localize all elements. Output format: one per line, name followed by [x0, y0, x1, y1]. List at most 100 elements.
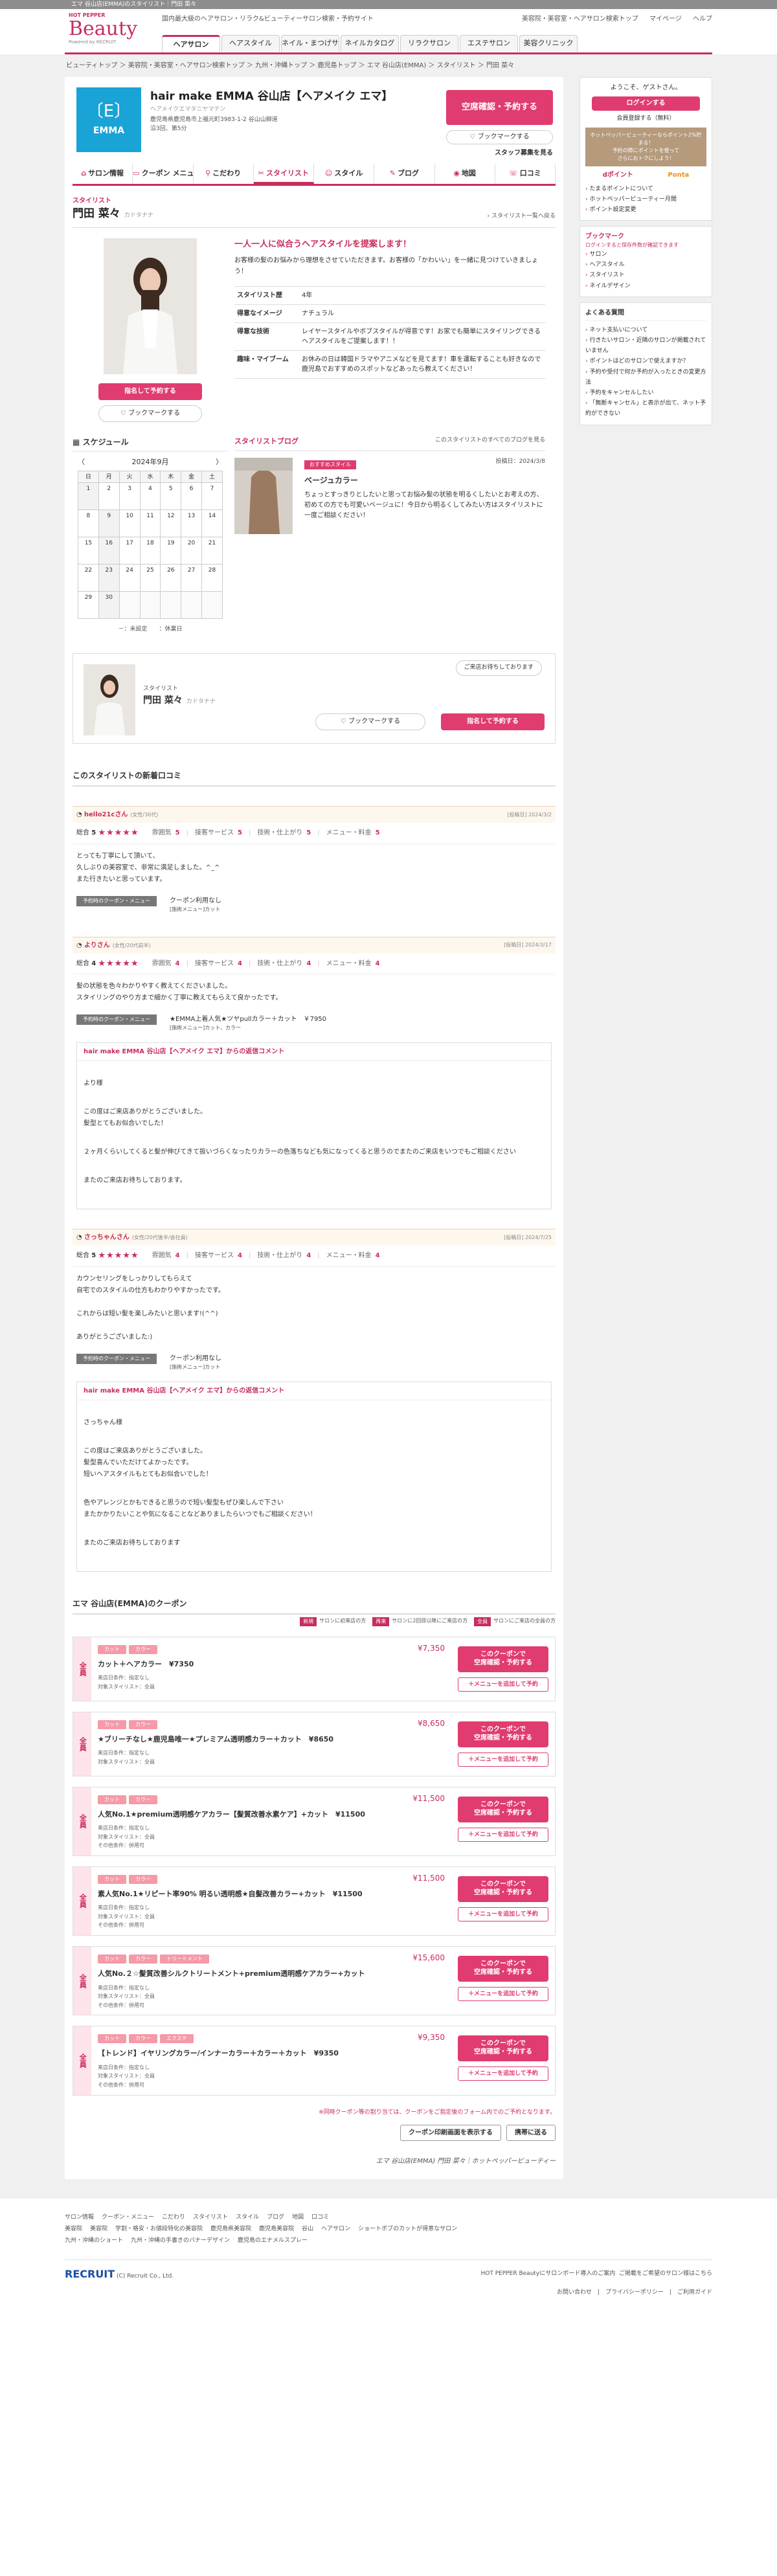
point-link[interactable]: ポイント設定変更: [585, 205, 706, 215]
coupon-reserve-button[interactable]: このクーポンで 空席確認・予約する: [458, 1721, 548, 1747]
header-link-top[interactable]: 美容院・美容室・ヘアサロン検索トップ: [522, 16, 638, 23]
point-banner[interactable]: ホットペッパービューティーならポイント2%貯まる！ 予約の際にポイントを使って …: [585, 127, 706, 166]
calendar-prev-button[interactable]: 〈: [78, 457, 85, 468]
calendar-day[interactable]: 9: [98, 509, 120, 537]
footer-link[interactable]: 九州・沖縄のショート: [65, 2237, 123, 2244]
footer-link[interactable]: 学割・格安・お値段特化の美容院: [115, 2226, 203, 2232]
tab-blog[interactable]: ✎ ブログ: [374, 164, 435, 184]
calendar-day[interactable]: 30: [98, 590, 120, 619]
coupon-add-menu-button[interactable]: ＋メニューを追加して予約: [458, 1677, 548, 1692]
calendar-day[interactable]: 27: [181, 563, 203, 592]
mini-reserve-button[interactable]: 指名して予約する: [441, 713, 545, 730]
tab-stylist[interactable]: ✂ スタイリスト: [253, 164, 314, 184]
coupon-reserve-button[interactable]: このクーポンで 空席確認・予約する: [458, 2035, 548, 2062]
staff-recruit-link[interactable]: スタッフ募集を見る: [495, 148, 553, 158]
review-menu-name[interactable]: クーポン利用なし: [170, 897, 221, 904]
gnav-hair[interactable]: ヘアサロン: [162, 35, 220, 52]
footer-link[interactable]: 口コミ: [311, 2214, 329, 2221]
calendar-day[interactable]: 14: [201, 509, 223, 537]
footer-link[interactable]: スタイル: [236, 2214, 259, 2221]
gnav-nail[interactable]: ネイル・まつげサロン: [281, 35, 339, 52]
footer-link[interactable]: ショートボブのカットが得意なサロン: [358, 2226, 457, 2232]
tab-map[interactable]: ◉ 地図: [435, 164, 495, 184]
calendar-day[interactable]: 6: [181, 482, 203, 510]
bookmark-link[interactable]: サロン: [585, 249, 706, 260]
tab-coupon[interactable]: ▭クーポン メニュー: [133, 164, 194, 184]
calendar-day[interactable]: 21: [201, 536, 223, 565]
footer-link[interactable]: 鹿児島県美容院: [210, 2226, 251, 2232]
gnav-esthe[interactable]: エステサロン: [460, 35, 518, 52]
calendar-day[interactable]: 29: [78, 590, 99, 619]
calendar-day[interactable]: 11: [139, 509, 161, 537]
footer-link[interactable]: ブログ: [267, 2214, 284, 2221]
calendar-day[interactable]: 15: [78, 536, 99, 565]
calendar-day[interactable]: 7: [201, 482, 223, 510]
footer-link[interactable]: 鹿児島のエナメルスプレー: [238, 2237, 308, 2244]
calendar-day[interactable]: 23: [98, 563, 120, 592]
coupon-add-menu-button[interactable]: ＋メニューを追加して予約: [458, 1827, 548, 1842]
print-coupon-button[interactable]: クーポン印刷画面を表示する: [400, 2125, 501, 2142]
coupon-add-menu-button[interactable]: ＋メニューを追加して予約: [458, 1907, 548, 1921]
tab-style[interactable]: ☺ スタイル: [314, 164, 375, 184]
salon-bookmark-button[interactable]: ♡ ブックマークする: [446, 130, 553, 144]
footer-link[interactable]: クーポン・メニュー: [102, 2214, 154, 2221]
footer-link[interactable]: こだわり: [162, 2214, 185, 2221]
footer-misc-link[interactable]: ご利用ガイド: [677, 2289, 712, 2296]
footer-link[interactable]: サロン情報: [65, 2214, 94, 2221]
faq-link[interactable]: 「無断キャンセル」と表示が出て、ネット予約ができない: [585, 398, 706, 419]
header-link-help[interactable]: ヘルプ: [693, 16, 712, 23]
calendar-day[interactable]: 3: [118, 482, 141, 510]
gnav-clinic[interactable]: 美容クリニック: [519, 35, 578, 52]
calendar-day[interactable]: 2: [98, 482, 120, 510]
recruit-logo[interactable]: RECRUIT: [65, 2268, 115, 2280]
review-menu-name[interactable]: ★EMMA上着人気★ツヤpullカラー＋カット ￥7950: [170, 1016, 326, 1023]
blog-entry[interactable]: おすすめスタイル 投稿日：2024/3/8 ベージュカラー ちょっとすっきりとし…: [234, 457, 545, 534]
listing-link[interactable]: ご掲載をご希望のサロン様はこちら: [619, 2270, 712, 2277]
hotpepper-logo[interactable]: HOT PEPPER Beauty Powered by RECRUIT: [69, 12, 159, 47]
blog-all-link[interactable]: このスタイリストのすべてのブログを見る: [435, 436, 545, 447]
tab-reviews[interactable]: ☏ 口コミ: [495, 164, 556, 184]
salon-name[interactable]: hair make EMMA 谷山店【ヘアメイク エマ】: [150, 89, 392, 106]
blog-post-title[interactable]: ベージュカラー: [304, 475, 545, 486]
faq-link[interactable]: 予約や受付で何か予約が入ったときの変更方法: [585, 367, 706, 388]
nominate-reserve-button[interactable]: 指名して予約する: [98, 383, 202, 400]
coupon-add-menu-button[interactable]: ＋メニューを追加して予約: [458, 1752, 548, 1767]
footer-link[interactable]: 地図: [292, 2214, 304, 2221]
calendar-day[interactable]: 16: [98, 536, 120, 565]
point-link[interactable]: ホットペッパービューティー月間: [585, 194, 706, 205]
bookmark-link[interactable]: スタイリスト: [585, 270, 706, 280]
footer-link[interactable]: 美容院: [65, 2226, 82, 2232]
footer-link[interactable]: 鹿児島美容院: [259, 2226, 294, 2232]
calendar-day[interactable]: 4: [139, 482, 161, 510]
header-link-mypage[interactable]: マイページ: [649, 16, 682, 23]
calendar-day[interactable]: 26: [160, 563, 182, 592]
send-to-mobile-button[interactable]: 携帯に送る: [506, 2125, 556, 2142]
calendar-day[interactable]: 18: [139, 536, 161, 565]
point-link[interactable]: たまるポイントについて: [585, 184, 706, 194]
calendar-day[interactable]: 24: [118, 563, 141, 592]
faq-link[interactable]: ネット支払いについて: [585, 325, 706, 335]
gnav-nailcatalog[interactable]: ネイルカタログ: [341, 35, 399, 52]
footer-link[interactable]: 美容院: [90, 2226, 107, 2232]
register-link[interactable]: 会員登録する（無料）: [585, 115, 706, 124]
stylist-bookmark-button[interactable]: ♡ ブックマークする: [98, 405, 202, 422]
salonboard-link[interactable]: HOT PEPPER Beautyにサロンボード導入のご案内: [480, 2270, 615, 2277]
coupon-add-menu-button[interactable]: ＋メニューを追加して予約: [458, 1987, 548, 2002]
tab-kodawari[interactable]: ⚲ こだわり: [194, 164, 254, 184]
salon-reserve-button[interactable]: 空席確認・予約する: [446, 90, 553, 125]
faq-link[interactable]: 予約をキャンセルしたい: [585, 388, 706, 398]
calendar-day[interactable]: 1: [78, 482, 99, 510]
login-button[interactable]: ログインする: [592, 96, 700, 111]
footer-link[interactable]: スタイリスト: [193, 2214, 228, 2221]
coupon-reserve-button[interactable]: このクーポンで 空席確認・予約する: [458, 1956, 548, 1982]
calendar-day[interactable]: 12: [160, 509, 182, 537]
faq-link[interactable]: ポイントはどのサロンで使えますか？: [585, 356, 706, 366]
calendar-day[interactable]: 17: [118, 536, 141, 565]
footer-link[interactable]: ヘアサロン: [321, 2226, 350, 2232]
calendar-day[interactable]: 8: [78, 509, 99, 537]
gnav-hairstyle[interactable]: ヘアスタイル: [221, 35, 280, 52]
footer-misc-link[interactable]: プライバシーポリシー: [605, 2289, 664, 2296]
review-menu-name[interactable]: クーポン利用なし: [170, 1355, 221, 1362]
coupon-reserve-button[interactable]: このクーポンで 空席確認・予約する: [458, 1876, 548, 1902]
breadcrumb[interactable]: ビューティトップ ＞ 美容院・美容室・ヘアサロン検索トップ ＞ 九州・沖縄トップ…: [65, 61, 712, 77]
